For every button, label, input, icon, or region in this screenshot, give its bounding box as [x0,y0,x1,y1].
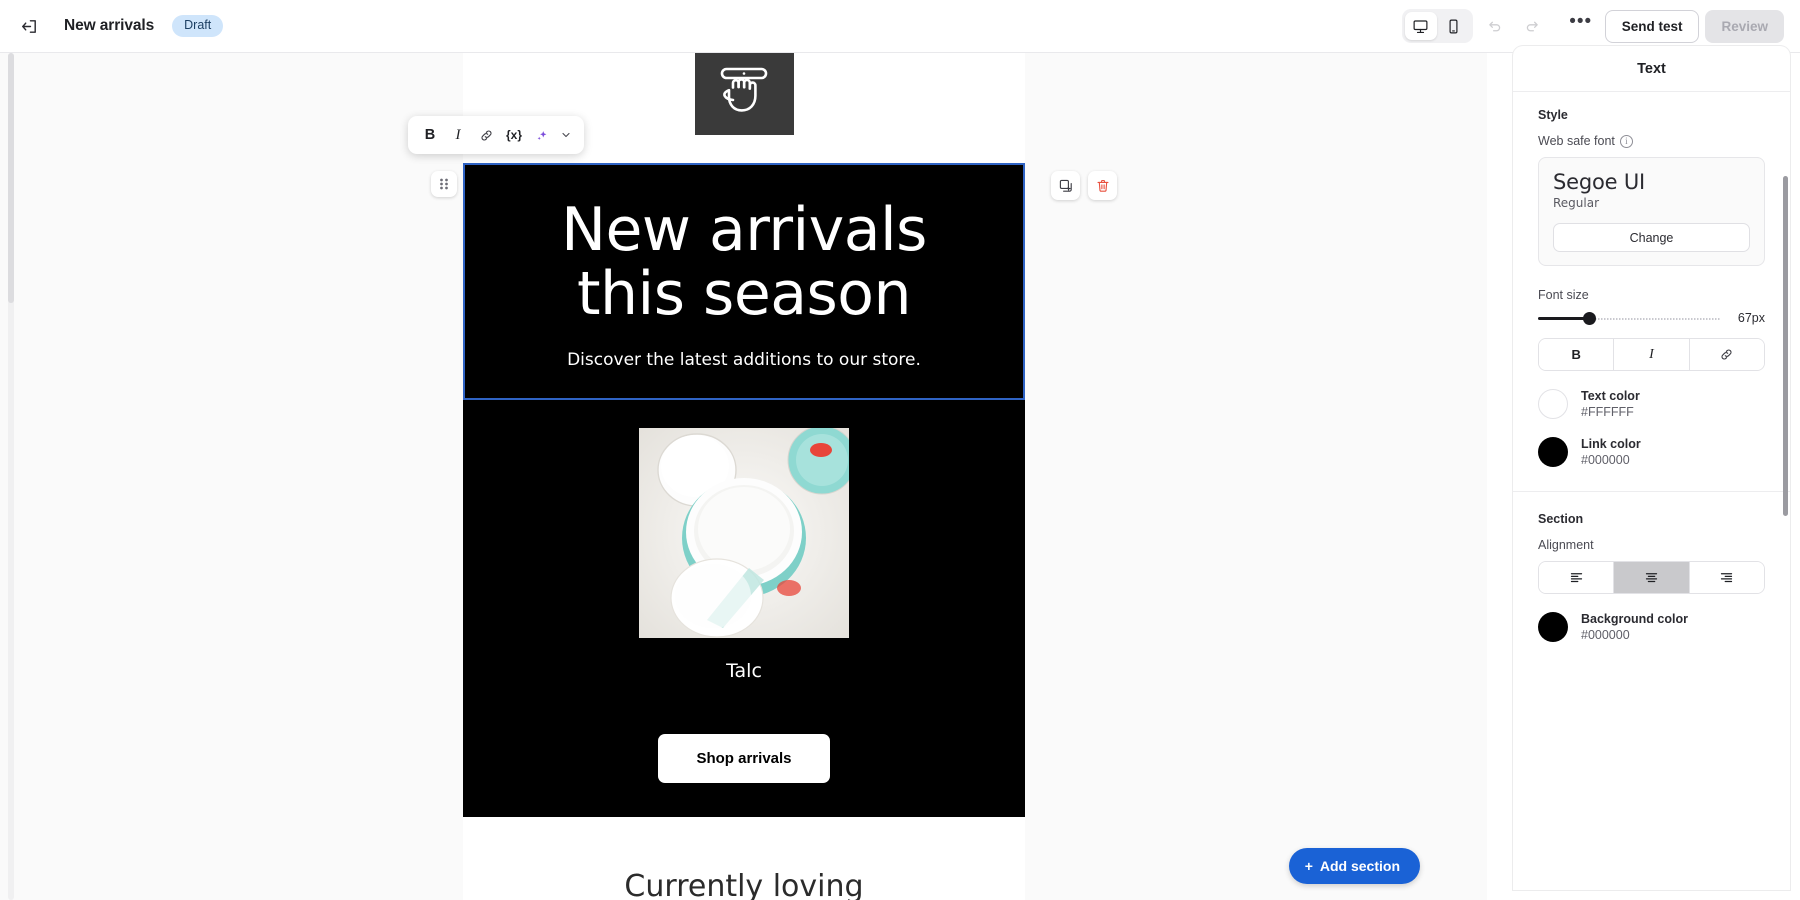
send-test-button[interactable]: Send test [1604,9,1700,43]
pointing-hand-logo [694,53,794,135]
align-right-icon [1719,570,1734,585]
slider-track-rest [1589,317,1721,320]
change-font-button[interactable]: Change [1553,223,1750,252]
next-section-heading: Currently loving [624,869,864,900]
font-preview-card: Segoe UI Regular Change [1538,157,1765,266]
review-button: Review [1705,9,1784,43]
align-left-icon [1569,570,1584,585]
canvas-scrollbar-thumb[interactable] [8,53,14,303]
email-next-section[interactable]: Currently loving [463,817,1025,900]
device-preview-toggle [1401,9,1473,43]
font-size-slider[interactable] [1538,311,1721,325]
format-link-button[interactable] [473,122,499,148]
font-name: Segoe UI [1553,170,1645,194]
text-format-group: B I [1538,338,1765,371]
page-title: New arrivals [64,17,155,34]
slider-knob[interactable] [1583,312,1597,325]
exit-button[interactable] [12,9,46,43]
align-center-button[interactable] [1614,562,1690,593]
font-size-value: 67px [1737,311,1765,325]
email-subheadline: Discover the latest additions to our sto… [567,350,921,371]
email-headline: New arrivals this season [477,195,1011,329]
align-left-button[interactable] [1539,562,1615,593]
background-color-hex: #000000 [1581,628,1630,642]
exit-icon [20,17,39,36]
text-color-row: Text color #FFFFFF [1538,389,1765,419]
add-section-label: Add section [1319,858,1400,874]
canvas-scrollbar[interactable] [8,53,14,900]
align-center-icon [1644,570,1659,585]
plus-icon: + [1304,858,1313,874]
chevron-down-icon [560,129,572,141]
headline-line-2: this season [577,258,912,329]
alignment-label: Alignment [1538,538,1594,552]
link-color-hex: #000000 [1581,453,1630,467]
link-icon [479,128,494,143]
email-preview: B I {x} New arrivals this season Discove… [408,53,1117,900]
link-color-label: Link color [1581,437,1641,451]
device-mobile-button[interactable] [1438,12,1470,40]
ai-dropdown-button[interactable] [557,122,575,148]
block-action-buttons [1051,171,1117,200]
web-safe-font-label: Web safe font i [1538,134,1765,148]
add-section-button[interactable]: + Add section [1288,848,1420,884]
duplicate-block-button[interactable] [1051,171,1080,200]
panel-title: Text [1513,46,1790,92]
alignment-group [1538,561,1765,594]
text-color-swatch[interactable] [1538,389,1568,419]
properties-panel: Text Style Web safe font i Segoe UI Regu… [1513,46,1790,890]
product-image[interactable] [639,428,849,639]
font-weight: Regular [1553,196,1600,210]
format-italic-button[interactable]: I [445,122,471,148]
link-color-swatch[interactable] [1538,437,1568,467]
device-desktop-button[interactable] [1404,12,1437,40]
block-drag-handle[interactable] [431,171,457,197]
link-icon [1719,347,1734,362]
redo-button[interactable] [1517,10,1549,42]
ai-assist-button[interactable] [529,122,555,148]
selected-text-block[interactable]: B I {x} New arrivals this season Discove… [408,116,1117,401]
shop-arrivals-button[interactable]: Shop arrivals [658,734,830,784]
text-color-hex: #FFFFFF [1581,405,1634,419]
slider-track-fill [1538,317,1590,320]
font-size-label: Font size [1538,288,1589,302]
sparkle-icon [535,128,550,143]
panel-content: Style Web safe font i Segoe UI Regular C… [1513,92,1790,642]
drag-handle-icon [438,177,450,191]
mobile-icon [1445,18,1462,35]
redo-icon [1524,18,1541,35]
panel-italic-button[interactable]: I [1614,339,1690,370]
undo-icon [1486,18,1503,35]
product-caption: Talc [726,660,762,683]
status-badge: Draft [172,15,224,37]
info-icon[interactable]: i [1619,134,1633,148]
link-color-row: Link color #000000 [1538,437,1765,467]
panel-scrollbar[interactable] [1783,176,1788,516]
panel-link-button[interactable] [1689,339,1764,370]
editor-canvas: B I {x} New arrivals this season Discove… [0,53,1487,900]
background-color-row: Background color #000000 [1538,612,1765,642]
background-color-label: Background color [1581,612,1688,626]
text-color-label: Text color [1581,389,1640,403]
panel-bold-button[interactable]: B [1539,339,1615,370]
section-group-title: Section [1538,512,1584,526]
format-bold-button[interactable]: B [417,122,443,148]
duplicate-icon [1058,178,1074,194]
undo-button[interactable] [1479,10,1511,42]
headline-line-1: New arrivals [561,195,927,265]
top-bar-actions: ••• Send test Review [1401,9,1800,43]
align-right-button[interactable] [1689,562,1764,593]
merge-tag-button[interactable]: {x} [501,122,527,148]
desktop-icon [1412,18,1429,35]
email-hero-section[interactable]: B I {x} New arrivals this season Discove… [408,116,1117,818]
floating-format-toolbar: B I {x} [408,116,584,154]
web-safe-font-text: Web safe font [1538,134,1615,148]
more-options-button[interactable]: ••• [1565,10,1597,42]
trash-icon [1095,178,1111,194]
font-size-slider-row: 67px [1538,311,1765,325]
style-group-title: Style [1538,108,1568,122]
background-color-swatch[interactable] [1538,612,1568,642]
delete-block-button[interactable] [1088,171,1117,200]
